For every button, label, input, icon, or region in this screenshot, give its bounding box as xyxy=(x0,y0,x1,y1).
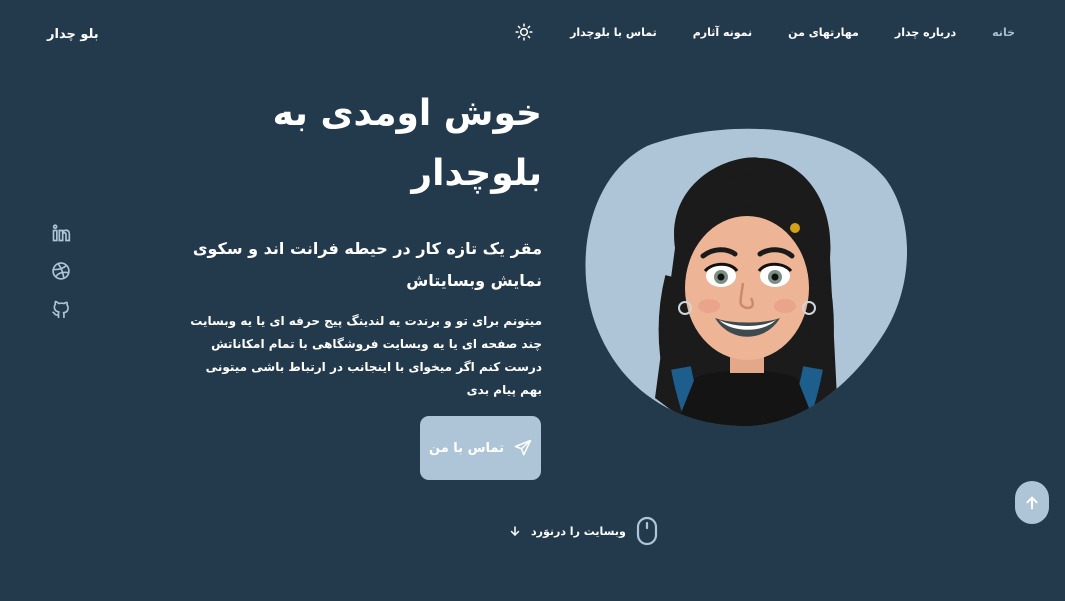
contact-me-button[interactable]: تماس با من xyxy=(420,416,541,480)
nav-item-skills[interactable]: مهارتهای من xyxy=(788,26,859,39)
dribbble-icon[interactable] xyxy=(50,260,72,282)
scroll-down-link[interactable]: وبسایت را درنوَرد xyxy=(509,516,658,546)
nav-item-about[interactable]: درباره چدار xyxy=(895,26,956,39)
site-logo[interactable]: بلو چدار xyxy=(47,27,99,42)
sun-icon[interactable] xyxy=(514,22,534,42)
arrow-down-icon xyxy=(510,526,520,536)
avatar-illustration xyxy=(585,128,908,428)
arrow-up-icon xyxy=(1026,496,1038,509)
hero-title: خوش اومدی به بلوچدار xyxy=(272,93,542,194)
hero-subtitle: مقر یک تازه کار در حیطه فرانت اند و سکوی… xyxy=(192,239,542,290)
scroll-to-top-button[interactable] xyxy=(1015,481,1049,524)
nav-item-home[interactable]: خانه xyxy=(992,26,1015,39)
send-icon xyxy=(514,439,532,456)
main-nav: تماس با بلوچدار نمونه آثارم مهارتهای من … xyxy=(498,22,1015,42)
linkedin-icon[interactable] xyxy=(50,222,72,244)
scroll-down-label: وبسایت را درنوَرد xyxy=(531,524,626,538)
nav-item-contact[interactable]: تماس با بلوچدار xyxy=(570,26,657,39)
hero-description: میتونم برای تو و برندت یه لندینگ پیج حرف… xyxy=(190,314,542,397)
nav-item-portfolio[interactable]: نمونه آثارم xyxy=(693,26,752,39)
contact-button-label: تماس با من xyxy=(429,440,504,456)
mouse-icon xyxy=(636,516,657,546)
github-icon[interactable] xyxy=(50,298,72,320)
social-links xyxy=(50,222,72,320)
